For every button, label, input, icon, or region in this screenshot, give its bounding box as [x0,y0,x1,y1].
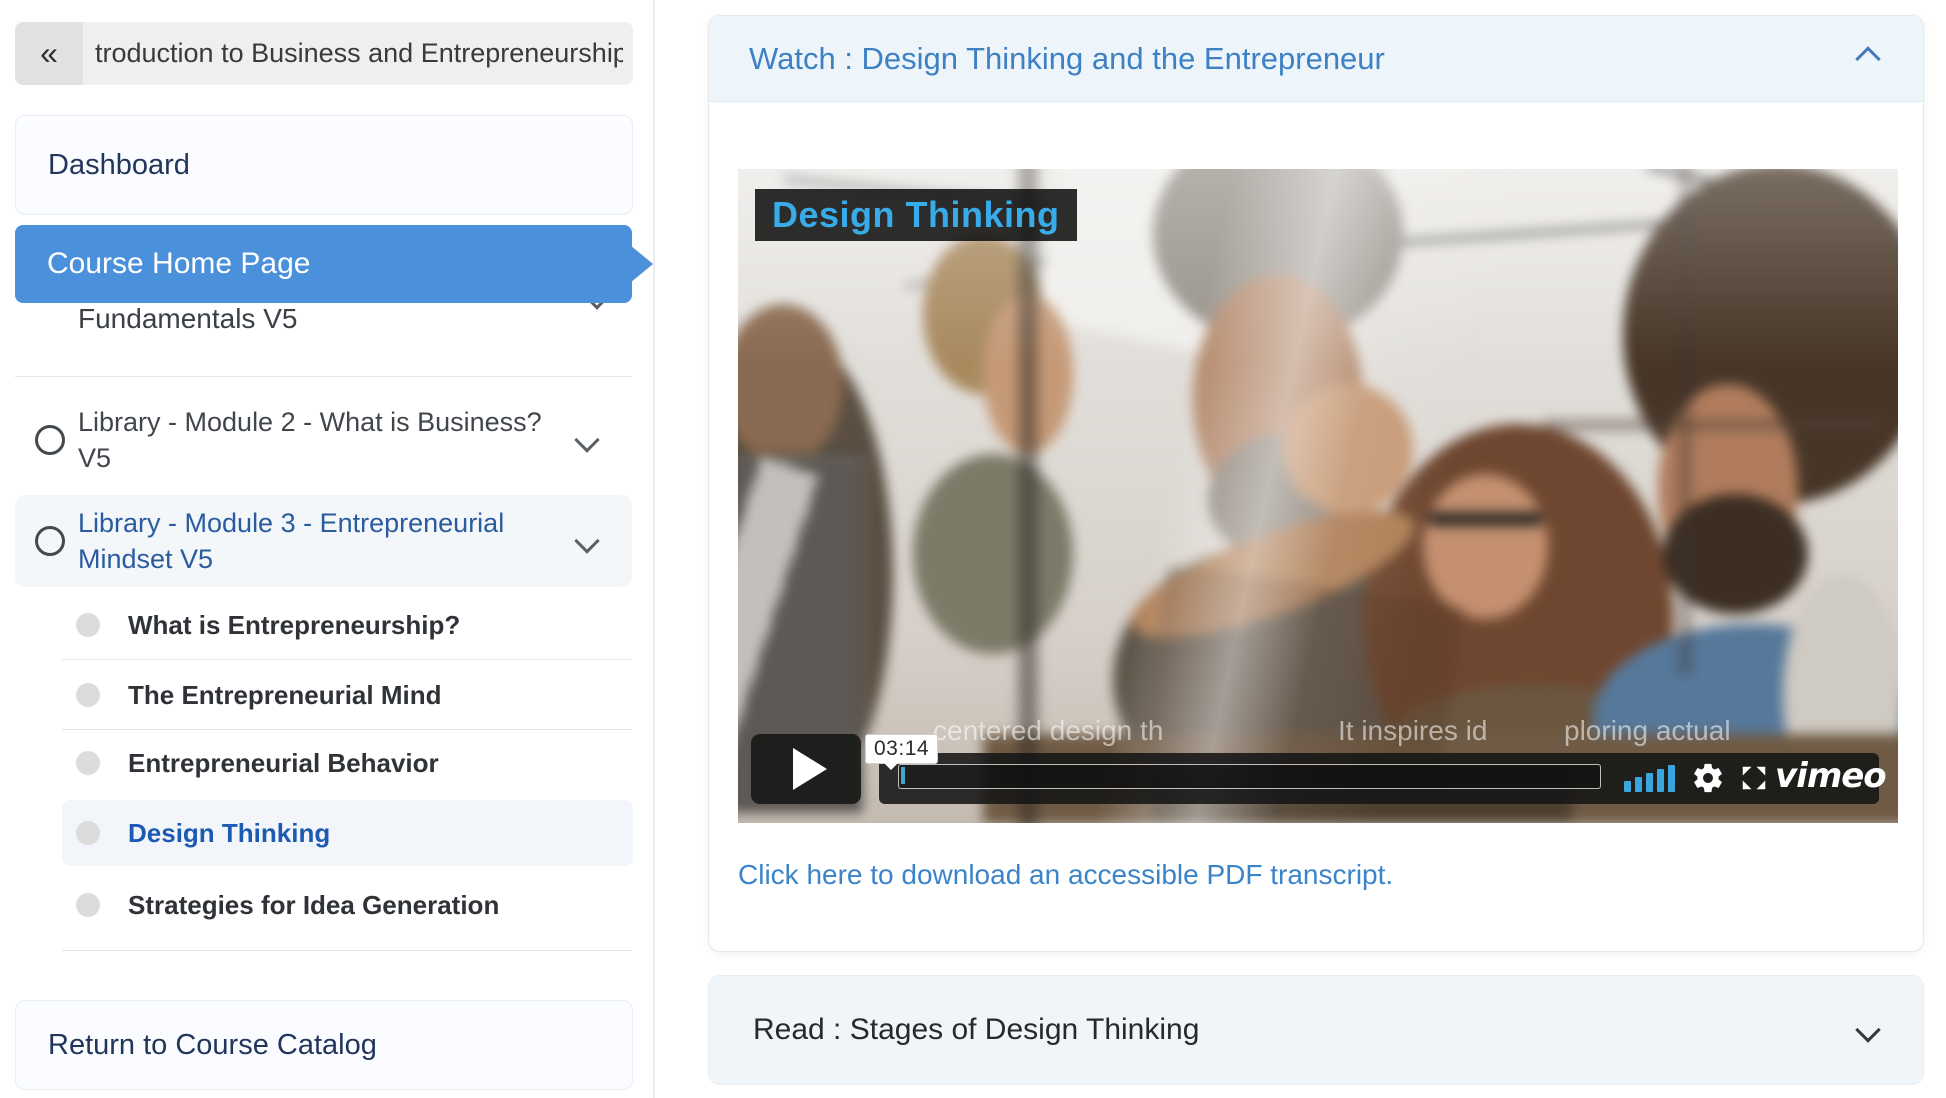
seek-bar[interactable] [898,764,1601,789]
seek-bar-played [901,767,905,784]
read-panel-header[interactable]: Read : Stages of Design Thinking [708,975,1924,1085]
sidebar-item-dashboard[interactable]: Dashboard [15,115,633,215]
burned-in-caption: It inspires id [1338,715,1487,747]
sidebar-item-course-home[interactable]: Course Home Page [15,225,632,303]
progress-ring-icon [35,425,65,455]
module-3-line1: Library - Module 3 - Entrepreneurial [78,505,583,541]
course-page: « troduction to Business and Entrepreneu… [0,0,1946,1098]
module-2-label: Library - Module 2 - What is Business? V… [78,404,583,476]
settings-gear-icon[interactable] [1691,761,1725,795]
lesson-bullet-icon [76,821,100,845]
sidebar-scroll-edge[interactable] [653,0,655,1098]
chevron-up-icon[interactable] [1855,46,1880,71]
sidebar-module-3[interactable]: Library - Module 3 - Entrepreneurial Min… [15,495,632,587]
player-control-bar: vimeo [879,753,1879,804]
lesson-bullet-icon [76,613,100,637]
vimeo-logo[interactable]: vimeo [1775,756,1886,796]
sidebar-module-2[interactable]: Library - Module 2 - What is Business? V… [15,400,632,480]
course-title: troduction to Business and Entrepreneurs… [95,22,623,85]
sidebar-lesson-entrepreneurial-behavior[interactable]: Entrepreneurial Behavior [62,730,633,796]
chevron-down-icon[interactable] [1855,1017,1880,1042]
module-3-label: Library - Module 3 - Entrepreneurial Min… [78,505,583,577]
volume-bars-icon[interactable] [1624,765,1675,792]
watch-panel-header[interactable]: Watch : Design Thinking and the Entrepre… [709,16,1923,102]
module-3-line2: Mindset V5 [78,541,583,577]
sidebar-lesson-entrepreneurial-mind[interactable]: The Entrepreneurial Mind [62,662,633,728]
module-1-partial-label: Fundamentals V5 [78,303,297,335]
lesson-bullet-icon [76,893,100,917]
video-overlay-title: Design Thinking [772,194,1060,235]
divider [62,950,632,951]
sidebar-course-header: « troduction to Business and Entrepreneu… [15,22,633,85]
active-item-arrow [630,245,653,283]
read-panel-title: Read : Stages of Design Thinking [753,976,1199,1084]
watch-panel-title: Watch : Design Thinking and the Entrepre… [749,16,1385,101]
sidebar-lesson-strategies-idea-generation[interactable]: Strategies for Idea Generation [62,872,633,938]
time-tooltip: 03:14 [865,734,938,764]
watch-panel: Watch : Design Thinking and the Entrepre… [708,15,1924,952]
collapse-sidebar-button[interactable]: « [15,22,83,85]
module-2-line1: Library - Module 2 - What is Business? [78,404,583,440]
course-home-label: Course Home Page [47,225,310,303]
lesson-label: Entrepreneurial Behavior [128,730,439,796]
lesson-label: The Entrepreneurial Mind [128,662,442,728]
divider [62,659,632,660]
divider [15,376,632,377]
return-label: Return to Course Catalog [48,1001,377,1089]
video-overlay-title-box: Design Thinking [755,189,1077,241]
sidebar-lesson-what-is-entrepreneurship[interactable]: What is Entrepreneurship? [62,592,633,658]
lesson-label: Design Thinking [128,800,330,866]
lesson-bullet-icon [76,751,100,775]
dashboard-label: Dashboard [48,116,190,214]
chevrons-left-icon: « [40,35,58,72]
vimeo-video-player[interactable]: Design Thinking centered design th It in… [738,169,1898,823]
burned-in-caption: centered design th [933,715,1163,747]
burned-in-caption: ploring actual [1564,715,1731,747]
transcript-download-link[interactable]: Click here to download an accessible PDF… [738,859,1393,891]
lesson-bullet-icon [76,683,100,707]
progress-ring-icon [35,526,65,556]
play-icon [793,748,827,790]
return-to-catalog-button[interactable]: Return to Course Catalog [15,1000,633,1090]
sidebar-lesson-design-thinking[interactable]: Design Thinking [62,800,633,866]
lesson-label: What is Entrepreneurship? [128,592,460,658]
lesson-label: Strategies for Idea Generation [128,872,499,938]
play-button[interactable] [751,734,861,804]
fullscreen-icon[interactable] [1739,763,1769,793]
module-2-line2: V5 [78,440,583,476]
